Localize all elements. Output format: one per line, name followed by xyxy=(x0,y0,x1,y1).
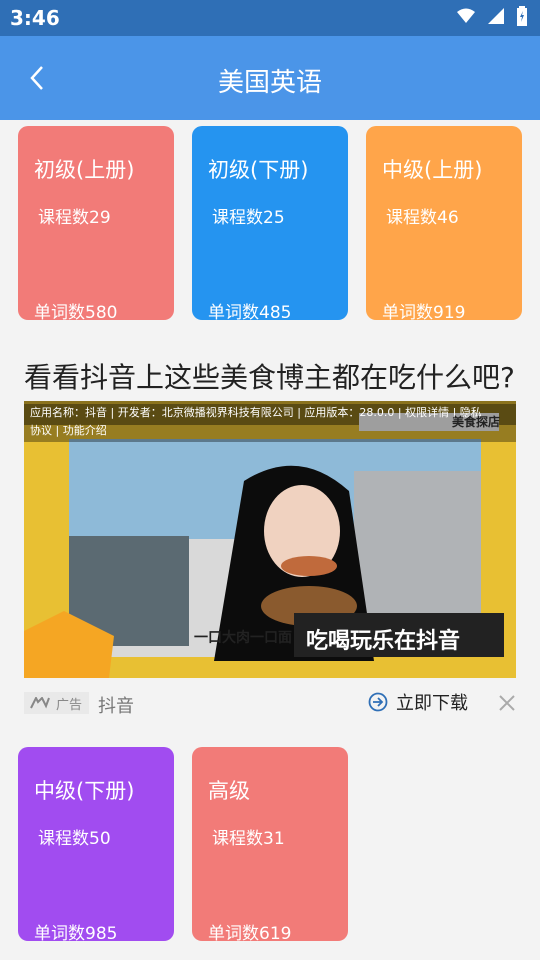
battery-icon xyxy=(517,6,527,26)
card-level: 中级(上册) xyxy=(382,158,483,182)
card-courses: 课程数29 xyxy=(38,208,111,228)
ad-banner-text: 吃喝玩乐在抖音 xyxy=(306,629,461,654)
card-courses: 课程数46 xyxy=(386,208,459,228)
download-label: 立即下载 xyxy=(396,693,468,714)
close-ad-button[interactable] xyxy=(498,690,516,718)
ad-subtitle: 一口大肉一口面 xyxy=(194,630,292,646)
signal-icon xyxy=(488,8,504,24)
card-words: 单词数580 xyxy=(34,303,118,323)
close-icon xyxy=(499,695,515,711)
ad-meta-line2: 协议 | 功能介绍 xyxy=(30,424,107,437)
card-words: 单词数919 xyxy=(382,303,466,323)
card-level: 初级(上册) xyxy=(34,158,135,182)
card-words: 单词数485 xyxy=(208,303,292,323)
app-bar: 美国英语 xyxy=(0,36,540,120)
ad-image[interactable]: 应用名称：抖音 | 开发者：北京微播视界科技有限公司 | 应用版本：28.0.0… xyxy=(24,401,516,678)
content-area: 初级(上册) 课程数29 单词数580 初级(下册) 课程数25 单词数485 … xyxy=(0,120,540,960)
ad-logo-icon xyxy=(30,697,50,709)
download-button[interactable]: 立即下载 xyxy=(368,689,468,715)
card-courses: 课程数31 xyxy=(212,829,285,849)
ad-app-name: 抖音 xyxy=(98,696,134,717)
status-bar: 3:46 xyxy=(0,0,540,36)
card-level: 中级(下册) xyxy=(34,779,135,803)
ad-section-title: 看看抖音上这些美食博主都在吃什么吧? xyxy=(24,361,515,394)
ad-meta-line1: 应用名称：抖音 | 开发者：北京微播视界科技有限公司 | 应用版本：28.0.0… xyxy=(30,406,482,419)
course-card-intermediate-1[interactable]: 中级(上册) 课程数46 单词数919 xyxy=(366,126,522,323)
ad-store-label: 美食探店 xyxy=(451,415,500,429)
download-arrow-icon xyxy=(368,692,388,712)
course-card-beginner-1[interactable]: 初级(上册) 课程数29 单词数580 xyxy=(18,126,174,323)
status-time: 3:46 xyxy=(10,6,60,30)
ad-badge-text: 广告 xyxy=(56,697,83,713)
card-words: 单词数985 xyxy=(34,924,118,944)
course-card-beginner-2[interactable]: 初级(下册) 课程数25 单词数485 xyxy=(192,126,348,323)
card-courses: 课程数25 xyxy=(212,208,285,228)
status-icons xyxy=(456,6,528,26)
card-words: 单词数619 xyxy=(208,924,292,944)
card-level: 高级 xyxy=(208,779,250,803)
wifi-icon xyxy=(457,8,475,23)
course-card-intermediate-2[interactable]: 中级(下册) 课程数50 单词数985 xyxy=(18,747,174,944)
page-title: 美国英语 xyxy=(217,68,322,98)
ad-meta-info: 应用名称：抖音 | 开发者：北京微播视界科技有限公司 | 应用版本：28.0.0… xyxy=(24,404,516,442)
card-courses: 课程数50 xyxy=(38,829,111,849)
ad-badge: 广告 xyxy=(24,692,89,714)
card-level: 初级(下册) xyxy=(208,158,309,182)
course-card-advanced[interactable]: 高级 课程数31 单词数619 xyxy=(192,747,348,944)
ad-footer: 广告 抖音 立即下载 xyxy=(24,688,516,722)
